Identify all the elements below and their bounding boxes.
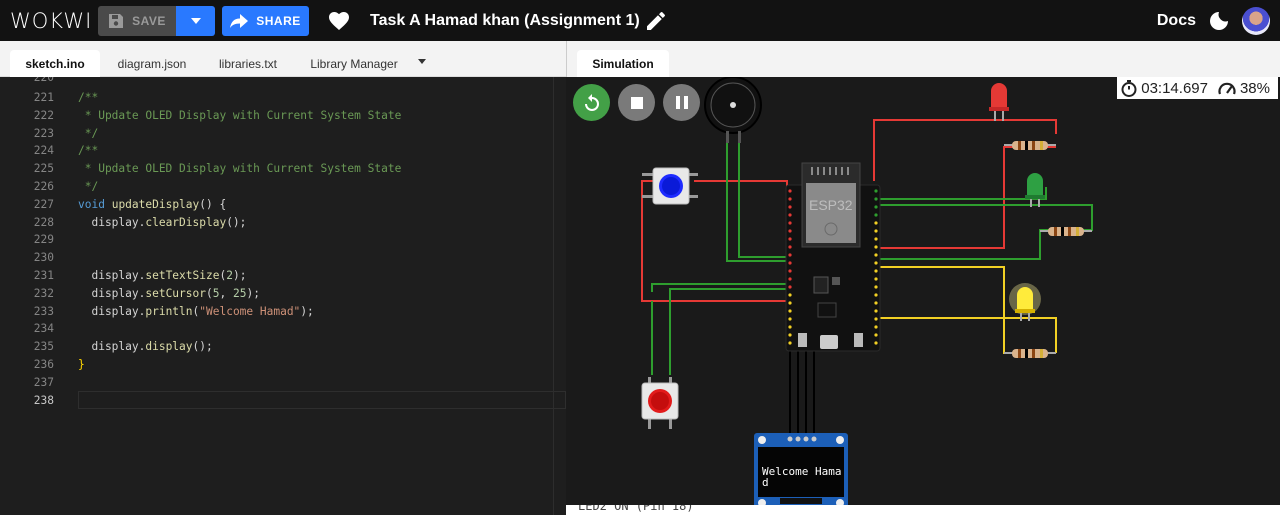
simulation-tab-bar: Simulation [566, 41, 1280, 77]
save-button[interactable]: SAVE [98, 5, 176, 36]
stop-simulation-button[interactable] [618, 84, 655, 121]
line-number: 224 [33, 144, 54, 157]
code-line: display.println("Welcome Hamad"); [78, 305, 314, 318]
share-button[interactable]: SHARE [222, 5, 309, 36]
resistor-1[interactable] [1004, 141, 1056, 150]
line-number: 220 [33, 77, 54, 84]
simulation-canvas[interactable]: ESP32 Welcome Hamad 03:14.697 38% LED2 O… [566, 77, 1280, 515]
resistor-2[interactable] [1040, 227, 1092, 236]
code-comment: * Update OLED Display with Current Syste… [78, 162, 402, 175]
tab-diagram-json[interactable]: diagram.json [106, 50, 198, 77]
speed-value: 38% [1239, 79, 1270, 97]
line-number: 233 [33, 305, 54, 318]
code-comment: /** [78, 144, 99, 157]
code-comment: */ [78, 127, 99, 140]
stopwatch-icon [1121, 79, 1137, 97]
line-number: 225 [33, 162, 54, 175]
line-number: 228 [33, 216, 54, 229]
current-line-number: 238 [33, 394, 54, 407]
line-number: 232 [33, 287, 54, 300]
like-button[interactable] [329, 10, 351, 32]
code-comment: * Update OLED Display with Current Syste… [78, 109, 402, 122]
stop-icon [630, 96, 643, 109]
moon-icon[interactable] [1210, 11, 1228, 30]
serial-output-line: LED2 ON (Pin 18) [578, 505, 694, 513]
red-led[interactable] [989, 83, 1009, 121]
save-label: SAVE [132, 13, 166, 28]
timer-value: 03:14.697 [1141, 79, 1208, 97]
wokwi-logo[interactable]: WOKWI [10, 9, 92, 33]
buzzer[interactable] [704, 77, 762, 143]
resistor-3[interactable] [1004, 349, 1056, 358]
line-number: 230 [33, 251, 54, 264]
edit-pencil-icon[interactable] [646, 11, 665, 30]
blue-pushbutton[interactable] [642, 167, 698, 205]
avatar[interactable] [1242, 6, 1270, 35]
oled-screen-text: Welcome Hamad [762, 465, 842, 489]
line-number: 222 [33, 109, 54, 122]
circuit-diagram: ESP32 [641, 77, 1093, 509]
tab-library-manager[interactable]: Library Manager [298, 50, 410, 77]
code-editor[interactable]: 220 221 /** 222 * Update OLED Display wit… [0, 77, 566, 515]
tab-libraries-txt[interactable]: libraries.txt [206, 50, 290, 77]
restart-icon [584, 93, 599, 111]
line-number: 227 [33, 198, 54, 211]
save-dropdown-button[interactable] [176, 5, 215, 36]
tab-sketch-ino[interactable]: sketch.ino [10, 50, 100, 77]
pause-icon [675, 96, 688, 109]
pause-simulation-button[interactable] [663, 84, 700, 121]
share-arrow-icon [230, 13, 249, 28]
esp32-board[interactable]: ESP32 [785, 162, 881, 352]
editor-tab-bar: sketch.ino diagram.json libraries.txt Li… [0, 41, 566, 77]
heart-icon [329, 11, 349, 30]
line-number: 234 [33, 322, 54, 335]
esp32-chip-label: ESP32 [809, 197, 853, 213]
tab-simulation[interactable]: Simulation [577, 50, 669, 77]
docs-link[interactable]: Docs [1157, 12, 1196, 30]
speedometer-icon [1218, 82, 1236, 95]
line-number: 223 [33, 127, 54, 140]
tabs-dropdown-icon[interactable] [418, 59, 426, 64]
line-number: 221 [33, 91, 54, 104]
line-number: 226 [33, 180, 54, 193]
line-number: 231 [33, 269, 54, 282]
line-number: 236 [33, 358, 54, 371]
serial-monitor[interactable]: LED2 ON (Pin 18) [566, 505, 1280, 515]
code-comment: */ [78, 180, 99, 193]
restart-simulation-button[interactable] [573, 84, 610, 121]
simulation-timer: 03:14.697 38% [1117, 77, 1278, 99]
floppy-icon [109, 13, 124, 28]
line-number: 229 [33, 233, 54, 246]
yellow-led[interactable] [1009, 283, 1041, 321]
code-line: void updateDisplay() { [78, 198, 227, 211]
share-label: SHARE [256, 13, 301, 28]
line-number: 237 [33, 376, 54, 389]
code-line: display.display(); [78, 340, 213, 353]
red-pushbutton[interactable] [641, 377, 679, 429]
code-line: display.setCursor(5, 25); [78, 287, 260, 300]
code-line: display.clearDisplay(); [78, 216, 247, 229]
green-led[interactable] [1025, 173, 1045, 207]
top-bar: WOKWI SAVE SHARE Task A Hamad khan (Assi… [0, 0, 1280, 41]
code-line: display.setTextSize(2); [78, 269, 247, 282]
code-comment: /** [78, 91, 99, 104]
project-title[interactable]: Task A Hamad khan (Assignment 1) [370, 12, 640, 30]
chevron-down-icon [190, 17, 201, 24]
code-line: } [78, 358, 85, 371]
line-number: 235 [33, 340, 54, 353]
